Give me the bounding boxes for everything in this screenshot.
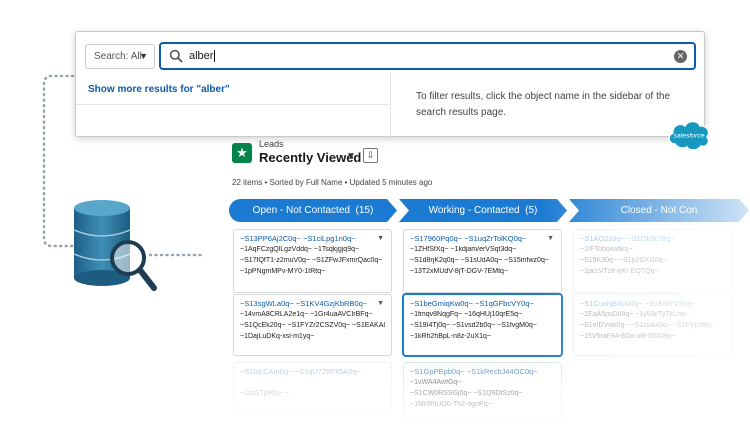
lead-object-icon: ★ [232,143,252,163]
lead-card-line: ~1sq1Tp90q~ ~ [240,390,290,397]
salesforce-logo: salesforce [668,120,710,151]
lead-card-title[interactable]: ~S1lsLCAm0q~ ~S1qU7Z8Fk5A0q~ [240,367,385,379]
lead-card-line: ~14vmA8CRLA2e1q~ ~1Gr4uaAVCIrBFq~ [240,311,373,318]
stage-working-contacted[interactable]: Working - Contacted (5) [399,199,567,222]
lead-card-line: ~1vWA4AwfGq~ [410,379,462,386]
lead-card-selected[interactable]: ~S1beGmiqKw0q~ ~S1qGFbcVY0q~ ~1fmqv8NqgF… [403,294,562,356]
lead-card-line: ~S1QcEk20q~ ~S1FYZr2CSZV0q~ ~S1EAKA8n... [240,322,385,329]
search-query: alber [189,50,214,62]
stage-label: Open - Not Contacted [252,205,350,216]
lead-card-line: ~S1eIDVwk0q~ ~S1cuA40q~ ~S1FVp9Bq~ [580,322,716,329]
list-view-meta: 22 items • Sorted by Full Name • Updated… [232,178,433,187]
lead-card-line: ~S1d8rjK2q0q~ ~S1sUdA0q~ ~S15mfwz0q~ [410,257,549,264]
card-menu-icon[interactable]: ▼ [547,235,554,242]
lead-card-line: ~1pccVTztr-kKr-EQTQq~ [580,268,659,275]
lead-card[interactable]: ~S17960Pq0q~ ~S1uqZrTolKQ0q~ ▼ ~1ZHfSfXq… [403,229,562,293]
lead-card-line: ~1rFTobsea6kq~ [580,246,633,253]
card-menu-icon[interactable]: ▼ [377,235,384,242]
lead-card-line: ~S1CW0RSSGj0q~ ~S1Q9DfSz0q~ [410,390,523,397]
chevron-down-icon: ▼ [139,51,148,61]
lead-card-line: ~1McRhUO0-Th2-dgnPq~ [410,401,492,408]
card-menu-icon[interactable]: ▼ [377,300,384,307]
lead-card-line: ~1EaA5psDd8q~ ~1y53cTyTkLnq~ [580,311,689,318]
global-search-popup: Search: All ▼ alber ✕ Show more results … [75,31,705,137]
lead-card-line: ~S17fQfT1-z2muV0q~ ~S1ZFwJFxmrQac0q~ ... [240,257,385,264]
divider [390,72,391,137]
lead-card-line: ~1ZHfSfXq~ ~1kdjam/erVSqt3dq~ [410,246,517,253]
lead-card-line: ~S19K30q~ ~S1p2GXG0q~ [580,257,667,264]
search-icon [169,49,183,63]
pin-icon[interactable]: ⇩ [363,148,378,163]
divider [76,104,390,105]
object-name: Leads [259,139,284,149]
lead-card[interactable]: ~S13sgWLa0q~ ~S1KV4GzjKbRB0q~ ▼ ~14vmA8C… [233,294,392,356]
search-scope-label: Search: All [94,51,142,62]
lead-card-line: ~1pPNgmMPv-MY0-1tRtq~ [240,268,326,275]
lead-card[interactable]: ~S1GpPEpb0q~ ~S1kRecbJ44OC0q~ ~1vWA4AwfG… [403,362,562,420]
lead-card-line: ~1DajLuDKq-xsl-m1yq~ [240,333,315,340]
lead-card-title[interactable]: ~S1Cuxhj8Xov0q~ ~S1KNYVSkq~ [580,299,725,311]
list-view-dropdown-icon[interactable]: ▼ [346,151,356,162]
lead-card-title[interactable]: ~S13PP6Aj2C0q~ ~S1ciLpg1n0q~ [240,234,385,246]
lead-card-line: ~1kRh2hBpL-n8z-2uX1q~ [410,333,491,340]
text-cursor [214,50,216,63]
lead-card-line: ~13T2xMUdV-8jT-DGV-7EMtq~ [410,268,509,275]
lead-card-line: ~1fmqv8NqgFq~ ~16qHUj10qrE5q~ [410,311,523,318]
stage-label: Working - Contacted [428,205,520,216]
lead-card[interactable]: ~S1lsLCAm0q~ ~S1qU7Z8Fk5A0q~ ~1sq1Tp90q~… [233,362,392,412]
lead-card-title[interactable]: ~S1beGmiqKw0q~ ~S1qGFbcVY0q~ [410,299,555,311]
stage-count: (15) [355,205,374,216]
lead-card-line: ~15V5raF94-8Da-a8f-5f0D8q~ [580,333,675,340]
lead-card[interactable]: ~S1AO2z0q~ ~S1Ob5t7Bq~ ~1rFTobsea6kq~ ~S… [573,229,732,293]
lead-card-title[interactable]: ~S13sgWLa0q~ ~S1KV4GzjKbRB0q~ [240,299,385,311]
search-hint: To filter results, click the object name… [416,91,671,118]
stage: ★ Leads Recently Viewed ▼ ⇩ 22 items • S… [0,0,750,438]
lead-card[interactable]: ~S1Cuxhj8Xov0q~ ~S1KNYVSkq~ ~1EaA5psDd8q… [573,294,732,356]
show-more-results-link[interactable]: Show more results for "alber" [88,84,230,95]
search-input[interactable]: alber ✕ [159,42,696,70]
search-scope-select[interactable]: Search: All ▼ [85,44,155,69]
lead-card[interactable]: ~S13PP6Aj2C0q~ ~S1ciLpg1n0q~ ▼ ~1AqFCzgQ… [233,229,392,293]
lead-card-line: ~1AqFCzgQlLgzVddq~ ~1Tsqkjgjq9q~ [240,246,360,253]
stage-closed-not-converted[interactable]: Closed - Not Con [569,199,749,222]
stage-count: (5) [525,205,538,216]
lead-card-title[interactable]: ~S1GpPEpb0q~ ~S1kRecbJ44OC0q~ [410,367,555,379]
lead-card-line: ~S19I4Tj0q~ ~S1vsd2b0q~ ~S1fvgM0q~ [410,322,537,329]
lead-card-title[interactable]: ~S17960Pq0q~ ~S1uqZrTolKQ0q~ [410,234,555,246]
salesforce-logo-text: salesforce [674,133,705,140]
stage-label: Closed - Not Con [620,205,698,216]
stage-open-not-contacted[interactable]: Open - Not Contacted (15) [229,199,397,222]
database-search-icon [73,200,157,291]
lead-card-line [240,379,385,390]
clear-icon[interactable]: ✕ [674,50,687,63]
lead-card-title[interactable]: ~S1AO2z0q~ ~S1Ob5t7Bq~ [580,234,725,246]
kanban-stage-bar: Open - Not Contacted (15) Working - Cont… [229,199,749,222]
